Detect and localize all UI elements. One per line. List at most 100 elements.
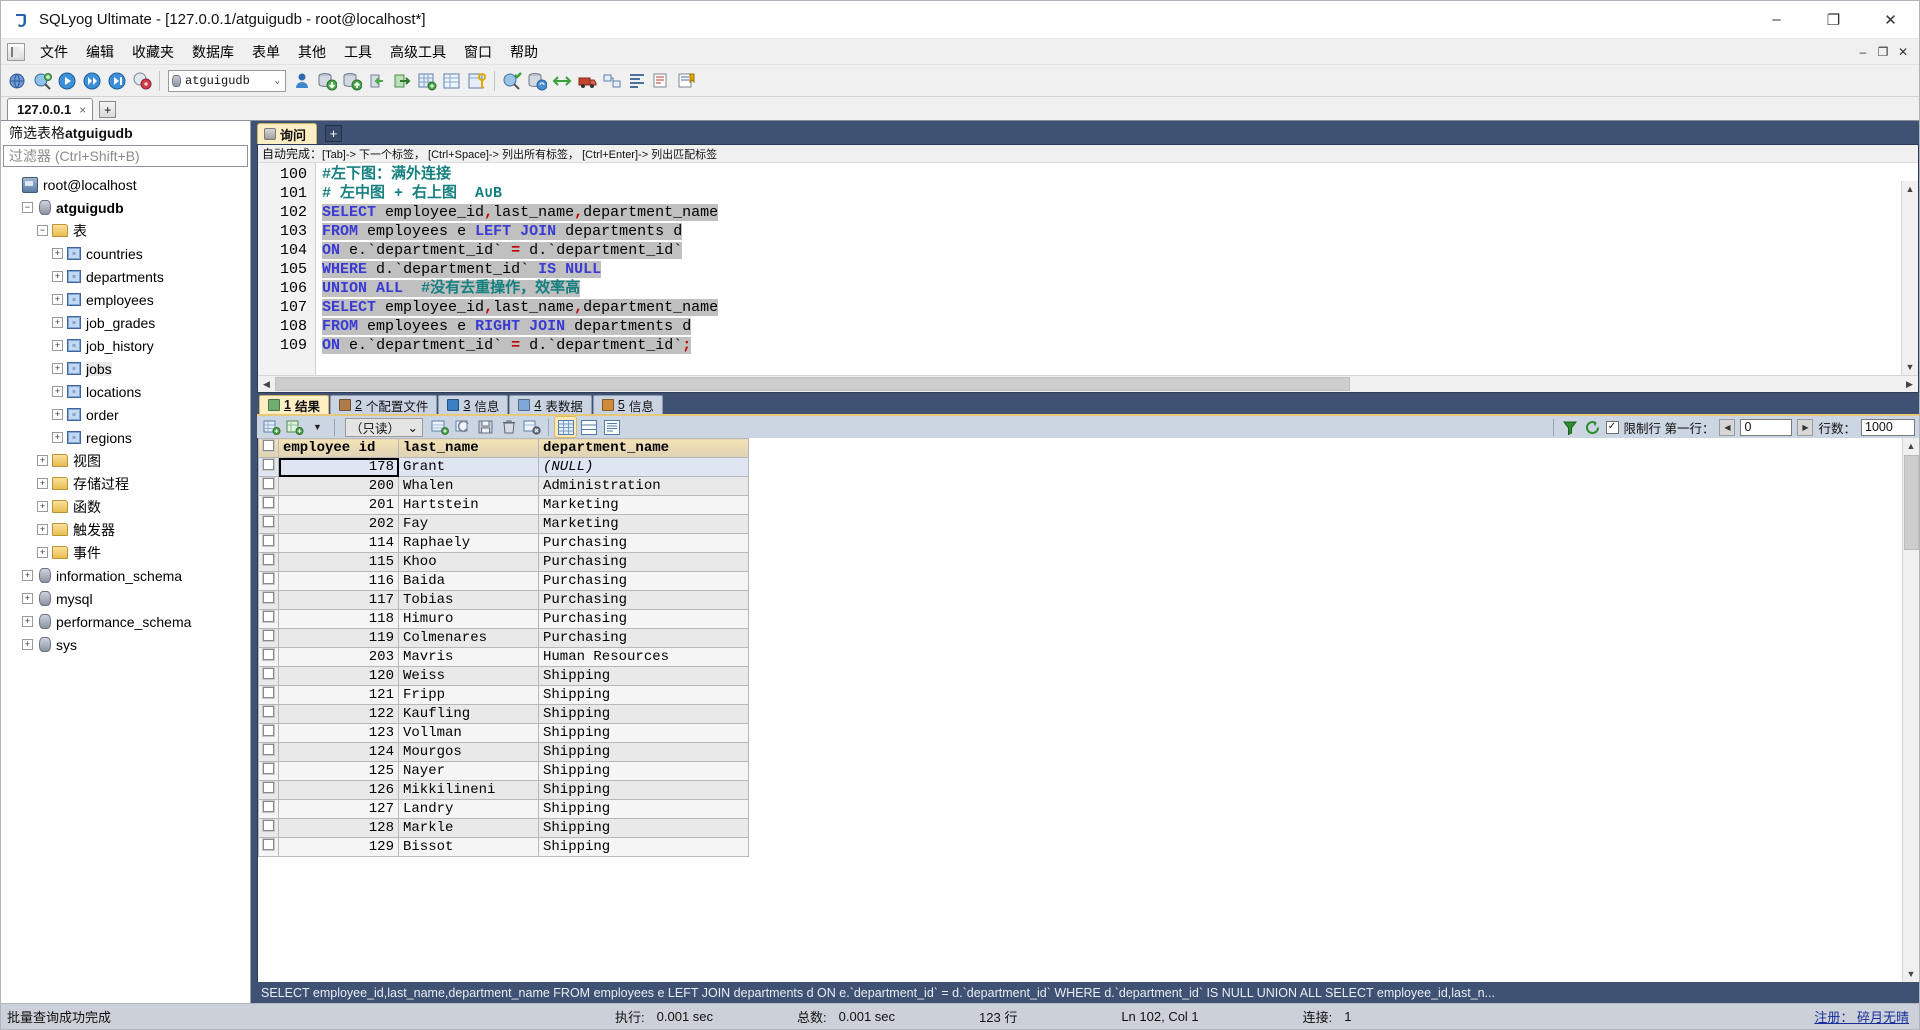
offset-prev-button[interactable]: ◀ bbox=[1719, 418, 1736, 436]
mdi-minimize-button[interactable]: – bbox=[1853, 42, 1873, 62]
row-checkbox[interactable] bbox=[262, 572, 275, 585]
tree-node-jobs[interactable]: + jobs bbox=[1, 357, 250, 380]
row-checkbox[interactable] bbox=[262, 477, 275, 490]
sql-line[interactable]: # 左中图 + 右上图 A∪B bbox=[322, 184, 1918, 203]
cancel-record-icon[interactable] bbox=[521, 417, 542, 437]
add-connection-tab-button[interactable]: + bbox=[99, 101, 117, 118]
tree-node-mysql[interactable]: + mysql bbox=[1, 587, 250, 610]
cell-last-name[interactable]: Baida bbox=[398, 571, 539, 591]
readonly-selector[interactable]: （只读） ⌄ bbox=[345, 417, 423, 437]
cell-employee-id[interactable]: 201 bbox=[278, 495, 399, 515]
expand-icon[interactable]: + bbox=[52, 294, 63, 305]
form-view-icon[interactable] bbox=[578, 417, 599, 437]
tree-node-locations[interactable]: + locations bbox=[1, 380, 250, 403]
column-header-last-name[interactable]: last_name bbox=[398, 438, 539, 458]
select-all-checkbox[interactable] bbox=[262, 439, 275, 452]
column-header-employee-id[interactable]: employee id bbox=[278, 438, 399, 458]
expand-icon[interactable]: + bbox=[22, 593, 33, 604]
grid-view-icon[interactable] bbox=[554, 416, 577, 438]
cell-last-name[interactable]: Kaufling bbox=[398, 704, 539, 724]
tree-node-job_history[interactable]: + job_history bbox=[1, 334, 250, 357]
tree-node--[interactable]: − 表 bbox=[1, 219, 250, 242]
cell-last-name[interactable]: Weiss bbox=[398, 666, 539, 686]
cell-employee-id[interactable]: 178 bbox=[278, 457, 399, 477]
minimize-button[interactable]: – bbox=[1748, 1, 1805, 39]
row-checkbox[interactable] bbox=[262, 743, 275, 756]
row-checkbox-cell[interactable] bbox=[258, 799, 279, 819]
table-data-icon[interactable] bbox=[415, 69, 439, 93]
tree-node--[interactable]: + 存储过程 bbox=[1, 472, 250, 495]
insert-row-icon[interactable] bbox=[261, 417, 282, 437]
row-checkbox[interactable] bbox=[262, 610, 275, 623]
menu-edit[interactable]: 编辑 bbox=[77, 39, 123, 65]
cell-department-name[interactable]: Purchasing bbox=[538, 533, 749, 553]
result-tab-4[interactable]: 4 表数据 bbox=[509, 395, 592, 414]
row-checkbox-cell[interactable] bbox=[258, 818, 279, 838]
table-row[interactable]: 124 Mourgos Shipping bbox=[258, 742, 749, 762]
sql-line[interactable]: #左下图：满外连接 bbox=[322, 165, 1918, 184]
expand-icon[interactable]: + bbox=[52, 340, 63, 351]
row-checkbox-cell[interactable] bbox=[258, 647, 279, 667]
column-header-department-name[interactable]: department_name bbox=[538, 438, 749, 458]
row-checkbox-cell[interactable] bbox=[258, 609, 279, 629]
row-checkbox[interactable] bbox=[262, 553, 275, 566]
sql-editor-body[interactable]: 100 101 102 103 104 105 106 107 108 109 #左下图：满外连接… bbox=[258, 163, 1918, 375]
find-icon[interactable] bbox=[650, 69, 674, 93]
row-checkbox[interactable] bbox=[262, 819, 275, 832]
cell-last-name[interactable]: Tobias bbox=[398, 590, 539, 610]
cell-department-name[interactable]: Shipping bbox=[538, 780, 749, 800]
tree-node--[interactable]: + 事件 bbox=[1, 541, 250, 564]
menu-favorites[interactable]: 收藏夹 bbox=[123, 39, 183, 65]
tree-node--[interactable]: + 函数 bbox=[1, 495, 250, 518]
result-tab-5[interactable]: 5 信息 bbox=[592, 395, 663, 414]
tree-node-sys[interactable]: + sys bbox=[1, 633, 250, 656]
cell-employee-id[interactable]: 203 bbox=[278, 647, 399, 667]
rows-count-input[interactable]: 1000 bbox=[1861, 418, 1915, 436]
row-checkbox[interactable] bbox=[262, 648, 275, 661]
cell-employee-id[interactable]: 202 bbox=[278, 514, 399, 534]
expand-icon[interactable]: + bbox=[37, 524, 48, 535]
bookmark-icon[interactable] bbox=[675, 69, 699, 93]
row-checkbox[interactable] bbox=[262, 800, 275, 813]
grid-vertical-scrollbar[interactable]: ▲ ▼ bbox=[1902, 438, 1919, 982]
tree-node-performance_schema[interactable]: + performance_schema bbox=[1, 610, 250, 633]
migrate-icon[interactable] bbox=[525, 69, 549, 93]
tree-node-atguigudb[interactable]: − atguigudb bbox=[1, 196, 250, 219]
cell-last-name[interactable]: Whalen bbox=[398, 476, 539, 496]
expand-icon[interactable]: + bbox=[37, 547, 48, 558]
table-row[interactable]: 115 Khoo Purchasing bbox=[258, 552, 749, 572]
cell-employee-id[interactable]: 114 bbox=[278, 533, 399, 553]
cell-last-name[interactable]: Mourgos bbox=[398, 742, 539, 762]
collapse-icon[interactable]: − bbox=[37, 225, 48, 236]
row-checkbox[interactable] bbox=[262, 629, 275, 642]
scroll-down-icon[interactable]: ▼ bbox=[1902, 359, 1919, 375]
maximize-button[interactable]: ❐ bbox=[1805, 1, 1862, 39]
cell-last-name[interactable]: Khoo bbox=[398, 552, 539, 572]
cell-employee-id[interactable]: 200 bbox=[278, 476, 399, 496]
editor-hscroll-track[interactable] bbox=[275, 376, 1901, 392]
expand-icon[interactable]: + bbox=[52, 432, 63, 443]
cell-employee-id[interactable]: 127 bbox=[278, 799, 399, 819]
table-row[interactable]: 123 Vollman Shipping bbox=[258, 723, 749, 743]
execute-all-icon[interactable] bbox=[80, 69, 104, 93]
expand-icon[interactable]: + bbox=[52, 409, 63, 420]
cell-last-name[interactable]: Fripp bbox=[398, 685, 539, 705]
table-row[interactable]: 129 Bissot Shipping bbox=[258, 837, 749, 857]
add-query-tab-button[interactable]: + bbox=[325, 125, 343, 142]
row-checkbox[interactable] bbox=[262, 762, 275, 775]
query-tab[interactable]: 询问 bbox=[257, 123, 318, 144]
cell-employee-id[interactable]: 129 bbox=[278, 837, 399, 857]
expand-icon[interactable]: + bbox=[52, 386, 63, 397]
table-row[interactable]: 119 Colmenares Purchasing bbox=[258, 628, 749, 648]
database-selector[interactable]: atguigudb ⌄ bbox=[168, 69, 286, 92]
grant-icon[interactable] bbox=[465, 69, 489, 93]
row-checkbox[interactable] bbox=[262, 458, 275, 471]
row-checkbox[interactable] bbox=[262, 534, 275, 547]
filter-icon[interactable] bbox=[1560, 417, 1581, 437]
cell-employee-id[interactable]: 120 bbox=[278, 666, 399, 686]
expand-icon[interactable]: + bbox=[37, 455, 48, 466]
cell-department-name[interactable]: Administration bbox=[538, 476, 749, 496]
cell-department-name[interactable]: Marketing bbox=[538, 514, 749, 534]
sql-line[interactable]: ON e.`department_id` = d.`department_id`… bbox=[322, 336, 1918, 355]
row-checkbox-cell[interactable] bbox=[258, 476, 279, 496]
